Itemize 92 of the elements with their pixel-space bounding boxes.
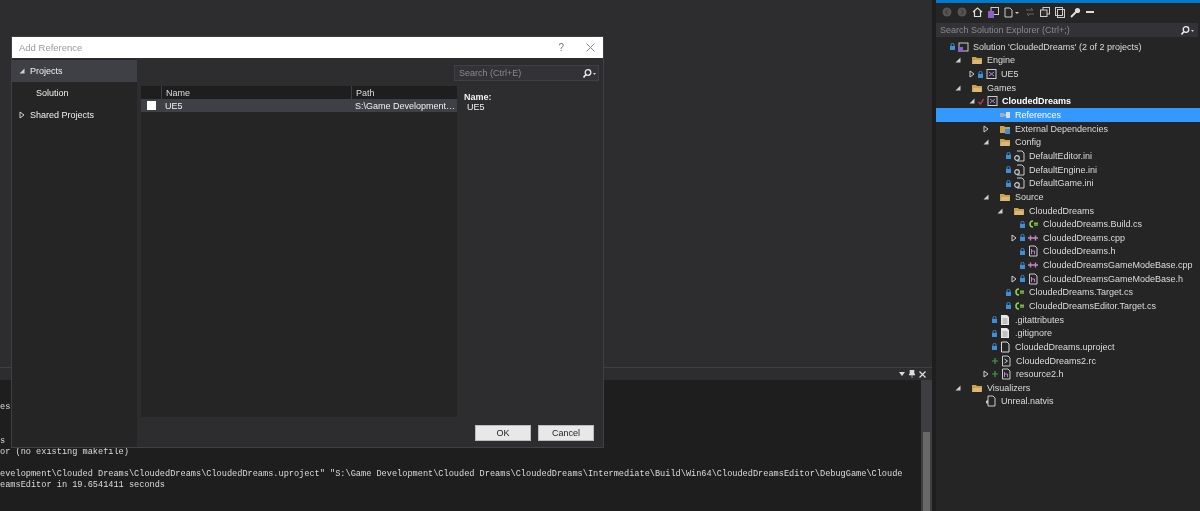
header-file-icon — [1027, 272, 1039, 285]
dialog-button[interactable]: OK — [475, 425, 531, 441]
tree-item[interactable]: Visualizers — [936, 381, 1200, 395]
expanded-arrow-icon[interactable] — [968, 97, 976, 106]
table-row[interactable]: UE5 S:\Game Development… — [141, 99, 457, 112]
output-line: s — [0, 435, 6, 446]
gear-file-icon — [1013, 163, 1025, 176]
folder-icon — [999, 136, 1011, 149]
search-icon — [583, 68, 596, 78]
text-file-icon — [999, 327, 1011, 340]
tree-item[interactable]: CloudedDreams.Build.cs — [936, 217, 1200, 231]
tree-item[interactable]: CloudedDreams.uproject — [936, 340, 1200, 354]
expanded-arrow-icon[interactable] — [954, 383, 962, 392]
dropdown-icon[interactable] — [899, 372, 905, 376]
project-icon — [985, 68, 997, 81]
tree-item[interactable]: Solution 'CloudedDreams' (2 of 2 projects) — [936, 40, 1200, 54]
scrollbar-thumb[interactable] — [923, 432, 930, 511]
checkbox[interactable] — [147, 101, 156, 110]
output-line: eamsEditor in 19.6541411 seconds — [0, 480, 166, 491]
csharp-file-icon — [1013, 286, 1025, 299]
tree-item[interactable]: CloudedDreams.cpp — [936, 230, 1200, 245]
nav-item[interactable]: Solution — [12, 82, 137, 104]
tree-item[interactable]: CloudedDreamsEditor.Target.cs — [936, 299, 1200, 313]
details-value: UE5 — [466, 102, 486, 112]
tree-item[interactable]: Source — [936, 190, 1200, 204]
tree-item[interactable]: CloudedDreams — [936, 94, 1200, 109]
csharp-file-icon — [1013, 300, 1025, 312]
file-filter-icon[interactable] — [1004, 6, 1020, 18]
tree-item[interactable]: CloudedDreamsGameModeBase.h — [936, 271, 1200, 286]
search-icon — [1181, 25, 1194, 35]
collapsed-arrow-icon[interactable] — [18, 111, 26, 119]
header-file-icon — [1027, 245, 1039, 258]
collapsed-arrow-icon[interactable] — [982, 370, 990, 379]
file-icon — [999, 340, 1011, 353]
search-field[interactable]: Search (Ctrl+E) — [454, 64, 599, 81]
tree-item[interactable]: UE5 — [936, 67, 1200, 81]
tree-item[interactable]: Games — [936, 80, 1200, 95]
collapsed-arrow-icon[interactable] — [968, 70, 976, 79]
references-icon — [999, 109, 1011, 121]
tree-item[interactable]: resource2.h — [936, 367, 1200, 381]
search-field[interactable]: Search Solution Explorer (Ctrl+;) — [936, 23, 1198, 37]
text-file-icon — [999, 313, 1011, 326]
nav-item[interactable]: Shared Projects — [12, 104, 137, 126]
output-line: es — [0, 402, 11, 412]
script-file-icon — [985, 395, 997, 408]
collapsed-arrow-icon[interactable] — [1010, 233, 1018, 242]
resource-file-icon — [1000, 354, 1012, 367]
tree-item[interactable]: CloudedDreams.Target.cs — [936, 285, 1200, 300]
details-label: Name: — [464, 92, 493, 102]
folder-icon — [971, 54, 983, 67]
output-line: evelopment\Clouded Dreams\CloudedDreams\CloudedDreams.uproject" "S:\Game Development\Clouded Dreams\CloudedDreams\Intermediate\Build\Win64\CloudedDreamsEditor\DebugGame\Cloude — [0, 469, 903, 480]
tree-item[interactable]: CloudedDreams.h — [936, 244, 1200, 259]
wrench-icon[interactable] — [1070, 6, 1081, 18]
tree-item[interactable]: External Dependencies — [936, 121, 1200, 136]
tree-item[interactable]: Unreal.natvis — [936, 394, 1200, 409]
copy-icon[interactable] — [1055, 6, 1065, 18]
tree-item[interactable]: DefaultEngine.ini — [936, 162, 1200, 177]
table-cell: S:\Game Development… — [355, 100, 456, 111]
solution-icon — [957, 40, 969, 53]
dialog-title: Add Reference — [19, 42, 84, 53]
solution-view-icon[interactable] — [988, 6, 999, 18]
tree-item[interactable]: CloudedDreamsGameModeBase.cpp — [936, 258, 1200, 272]
collapsed-arrow-icon[interactable] — [982, 124, 990, 133]
tree-item[interactable]: CloudedDreams — [936, 203, 1200, 218]
dialog-button[interactable]: Cancel — [538, 425, 594, 441]
nav-item[interactable]: Projects — [12, 60, 137, 82]
collapsed-arrow-icon[interactable] — [1010, 274, 1018, 283]
csharp-file-icon — [1027, 218, 1039, 231]
tree-item[interactable]: CloudedDreams2.rc — [936, 353, 1200, 368]
expanded-arrow-icon[interactable] — [954, 56, 962, 65]
collapse-all-icon[interactable] — [1040, 7, 1050, 17]
expanded-arrow-icon[interactable] — [954, 83, 962, 92]
project-icon — [986, 95, 998, 108]
tree-item[interactable]: Engine — [936, 53, 1200, 68]
expanded-arrow-icon[interactable] — [996, 206, 1004, 215]
expanded-arrow-icon[interactable] — [982, 192, 990, 201]
help-button[interactable]: ? — [558, 42, 564, 53]
table-cell: UE5 — [165, 100, 183, 111]
tree-item[interactable]: Config — [936, 135, 1200, 150]
pin-icon[interactable] — [909, 370, 915, 378]
expanded-arrow-icon[interactable] — [18, 67, 26, 75]
tree-item[interactable]: DefaultGame.ini — [936, 176, 1200, 191]
expanded-arrow-icon[interactable] — [982, 138, 990, 147]
sync-icon[interactable] — [1025, 7, 1035, 17]
home-icon[interactable] — [972, 7, 983, 17]
gear-file-icon — [1013, 177, 1025, 190]
tree-item[interactable]: .gitattributes — [936, 312, 1200, 327]
tree-item[interactable]: .gitignore — [936, 326, 1200, 341]
tree-item[interactable]: DefaultEditor.ini — [936, 149, 1200, 163]
gear-file-icon — [1013, 149, 1025, 162]
header-file-icon — [1000, 368, 1012, 381]
minus-icon[interactable] — [1086, 10, 1094, 14]
